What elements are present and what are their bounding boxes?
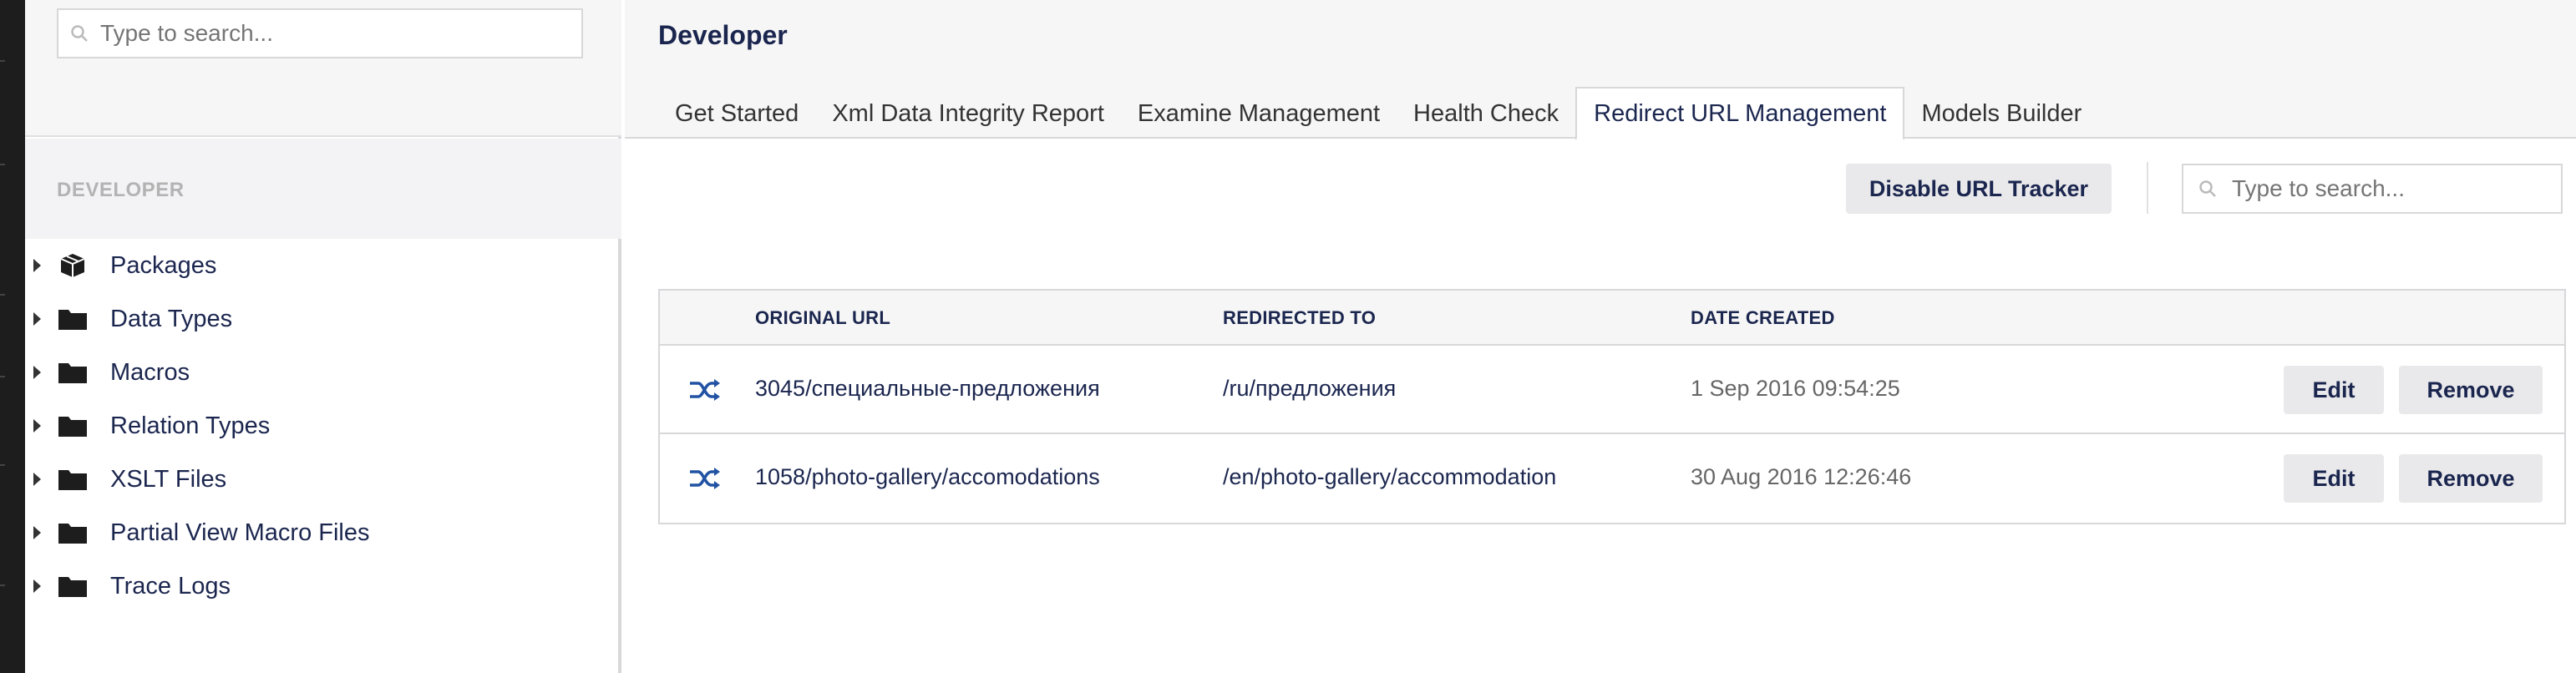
edit-button[interactable]: Edit	[2284, 366, 2384, 414]
column-header-redirected-to: REDIRECTED TO	[1223, 307, 1377, 328]
tree-section-header: DEVELOPER	[25, 139, 621, 239]
tab-examine-management[interactable]: Examine Management	[1121, 87, 1397, 140]
folder-icon	[58, 417, 87, 437]
page-title: Developer	[658, 20, 788, 50]
app-sidebar-strip	[0, 0, 25, 673]
toolbar-divider	[2147, 162, 2148, 214]
folder-icon	[58, 310, 87, 330]
tree-item-data-types[interactable]: Data Types	[25, 292, 621, 346]
tab-health-check[interactable]: Health Check	[1397, 87, 1575, 140]
page-header: Developer Get Started Xml Data Integrity…	[625, 0, 2576, 140]
folder-icon	[58, 363, 87, 383]
tree-item-relation-types[interactable]: Relation Types	[25, 399, 621, 453]
tree-search-area	[25, 0, 621, 137]
remove-button[interactable]: Remove	[2399, 454, 2543, 503]
folder-icon	[58, 470, 87, 490]
tree-item-xslt-files[interactable]: XSLT Files	[25, 453, 621, 506]
package-icon	[60, 254, 85, 277]
expand-caret-icon[interactable]	[33, 473, 41, 486]
tab-bar: Get Started Xml Data Integrity Report Ex…	[658, 87, 2098, 140]
expand-caret-icon[interactable]	[33, 312, 41, 326]
strip-mark	[0, 164, 5, 165]
original-url-cell: 3045/специальные-предложения	[755, 376, 1100, 401]
original-url-cell: 1058/photo-gallery/accomodations	[755, 464, 1100, 489]
strip-mark	[0, 60, 5, 62]
date-created-cell: 1 Sep 2016 09:54:25	[1691, 376, 1900, 401]
strip-mark	[0, 294, 5, 296]
tree-item-label: Macros	[110, 358, 190, 386]
remove-button[interactable]: Remove	[2399, 366, 2543, 414]
column-header-date-created: DATE CREATED	[1691, 307, 1835, 328]
table-row: 1058/photo-gallery/accomodations /en/pho…	[660, 434, 2564, 523]
tree-item-label: Packages	[110, 251, 217, 279]
search-icon	[71, 25, 88, 42]
date-created-cell: 30 Aug 2016 12:26:46	[1691, 464, 1912, 489]
column-header-original-url: ORIGINAL URL	[755, 307, 891, 328]
tab-xml-data-integrity-report[interactable]: Xml Data Integrity Report	[815, 87, 1121, 140]
tree-item-trace-logs[interactable]: Trace Logs	[25, 559, 621, 613]
expand-caret-icon[interactable]	[33, 366, 41, 379]
strip-mark	[0, 464, 5, 466]
tab-get-started[interactable]: Get Started	[658, 87, 815, 140]
tree-item-label: Relation Types	[110, 412, 271, 439]
redirects-table: ORIGINAL URL REDIRECTED TO DATE CREATED …	[658, 289, 2566, 524]
folder-icon	[58, 524, 87, 544]
edit-button[interactable]: Edit	[2284, 454, 2384, 503]
expand-caret-icon[interactable]	[33, 526, 41, 539]
redirected-to-cell: /ru/предложения	[1223, 376, 1397, 401]
tree-item-packages[interactable]: Packages	[25, 239, 621, 292]
tree-item-label: Data Types	[110, 305, 233, 332]
search-icon	[2199, 180, 2216, 197]
tree-search-input[interactable]	[100, 20, 568, 47]
table-row: 3045/специальные-предложения /ru/предлож…	[660, 346, 2564, 434]
tree-section-title: DEVELOPER	[57, 179, 185, 201]
shuffle-icon	[690, 468, 720, 489]
redirect-search-box[interactable]	[2182, 164, 2563, 214]
tab-redirect-url-management[interactable]: Redirect URL Management	[1575, 87, 1905, 140]
expand-caret-icon[interactable]	[33, 579, 41, 593]
tab-models-builder[interactable]: Models Builder	[1904, 87, 2098, 140]
strip-mark	[0, 584, 5, 586]
folder-icon	[58, 577, 87, 597]
tree-item-partial-view-macro-files[interactable]: Partial View Macro Files	[25, 506, 621, 559]
expand-caret-icon[interactable]	[33, 259, 41, 272]
tree-search-box[interactable]	[57, 8, 583, 58]
tree-list: Packages Data Types Macros Relation Type…	[25, 239, 621, 613]
main-content: Developer Get Started Xml Data Integrity…	[625, 0, 2576, 673]
expand-caret-icon[interactable]	[33, 419, 41, 433]
tree-item-label: Partial View Macro Files	[110, 519, 370, 546]
tree-item-label: XSLT Files	[110, 465, 227, 493]
table-header: ORIGINAL URL REDIRECTED TO DATE CREATED	[660, 291, 2564, 346]
strip-mark	[0, 376, 5, 377]
redirect-search-input[interactable]	[2232, 175, 2558, 202]
redirected-to-cell: /en/photo-gallery/accommodation	[1223, 464, 1557, 489]
tree-panel: DEVELOPER Packages Data Types Macros Rel…	[25, 0, 621, 673]
disable-url-tracker-button[interactable]: Disable URL Tracker	[1846, 164, 2112, 214]
tree-item-label: Trace Logs	[110, 572, 231, 600]
tree-item-macros[interactable]: Macros	[25, 346, 621, 399]
shuffle-icon	[690, 379, 720, 401]
